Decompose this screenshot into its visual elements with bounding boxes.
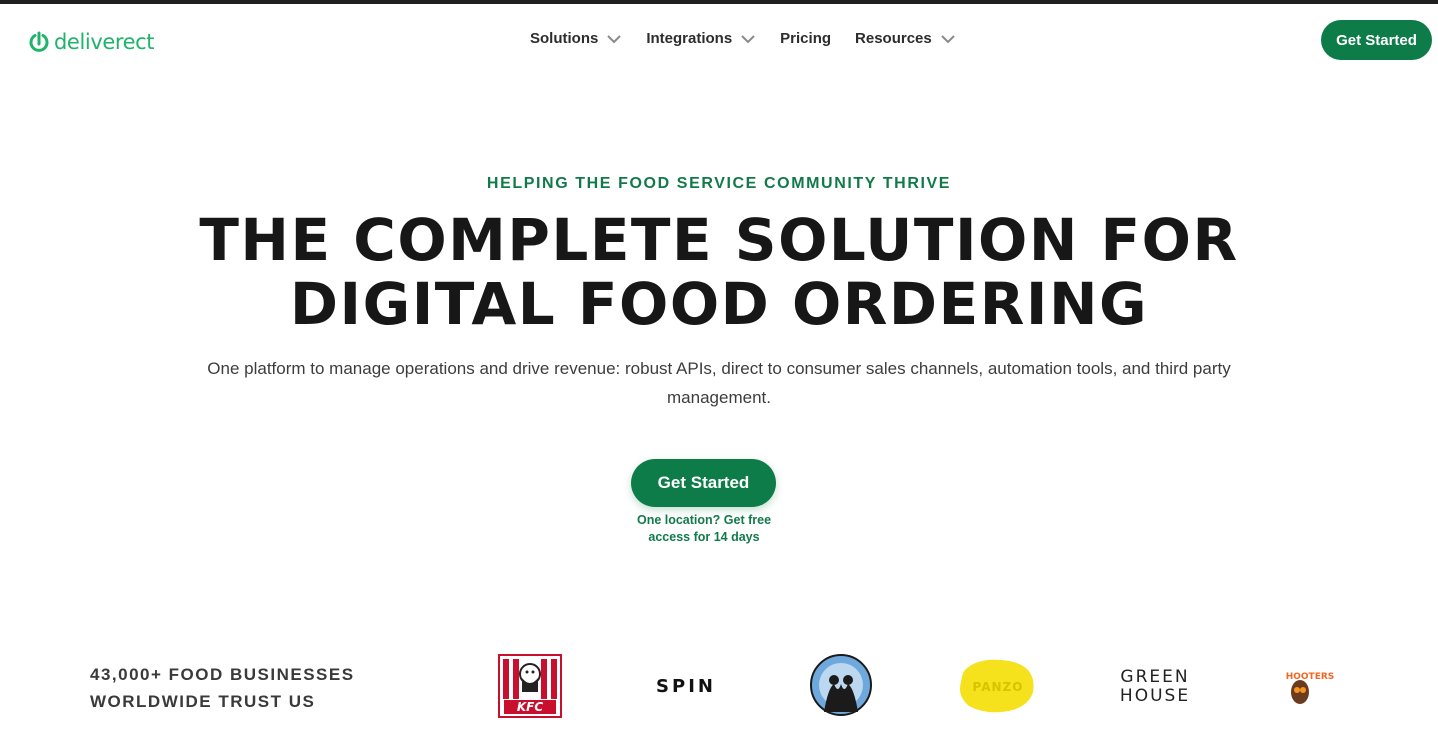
header-get-started-button[interactable]: Get Started [1321, 20, 1432, 60]
panzo-logo-graphic: PANZO [960, 659, 1034, 713]
hero-eyebrow: HELPING THE FOOD SERVICE COMMUNITY THRIV… [486, 175, 952, 192]
hero-headline: THE COMPLETE SOLUTION FOR DIGITAL FOOD O… [0, 208, 1438, 336]
hero-get-started-button[interactable]: Get Started [631, 459, 776, 507]
hero-headline-line2: DIGITAL FOOD ORDERING [289, 270, 1149, 338]
trust-heading-line1: 43,000+ FOOD BUSINESSES [90, 665, 355, 684]
nav-pricing-label: Pricing [780, 30, 832, 47]
kfc-logo-text: KFC [517, 700, 543, 714]
round-badge-graphic [810, 654, 872, 716]
panzo-logo: PANZO [957, 656, 1037, 716]
hooters-logo-text: HOOTERS [1286, 672, 1335, 682]
trust-heading-line2: WORLDWIDE TRUST US [90, 692, 316, 711]
nav-solutions[interactable]: Solutions [530, 30, 622, 47]
hero-headline-line1: THE COMPLETE SOLUTION FOR [199, 206, 1239, 274]
site-header: deliverect Solutions Integrations Pricin… [0, 4, 1438, 76]
free-trial-note-line1: One location? Get free [636, 513, 772, 527]
greenhouse-logo-line1: GREEN [1120, 667, 1190, 687]
main-nav: Solutions Integrations Pricing Resources [530, 30, 980, 47]
trust-heading: 43,000+ FOOD BUSINESSES WORLDWIDE TRUST … [90, 661, 355, 715]
chevron-down-icon [941, 34, 955, 43]
round-badge-logo [810, 654, 872, 716]
chevron-down-icon [741, 34, 755, 43]
greenhouse-logo-line2: HOUSE [1119, 686, 1191, 706]
chevron-down-icon [607, 34, 622, 43]
spin-logo: SPIN [656, 675, 716, 697]
kfc-logo-graphic: KFC [498, 654, 562, 718]
panzo-logo-text: PANZO [973, 680, 1024, 694]
hooters-logo: HOOTERS [1282, 666, 1336, 706]
nav-resources-label: Resources [855, 30, 932, 47]
hero-subtitle: One platform to manage operations and dr… [207, 359, 1231, 407]
kfc-logo: KFC [498, 654, 562, 718]
greenhouse-logo: GREEN HOUSE [1114, 666, 1196, 708]
nav-integrations[interactable]: Integrations [646, 30, 756, 47]
hooters-logo-graphic: HOOTERS [1286, 672, 1335, 704]
logo-wordmark: deliverect [54, 30, 155, 54]
deliverect-logo[interactable]: deliverect [28, 30, 155, 54]
nav-pricing[interactable]: Pricing [780, 30, 831, 47]
deliverect-power-icon [29, 31, 49, 52]
nav-resources[interactable]: Resources [855, 30, 956, 47]
free-trial-note: One location? Get free access for 14 day… [604, 512, 804, 546]
nav-integrations-label: Integrations [646, 30, 733, 47]
free-trial-note-line2: access for 14 days [648, 530, 760, 544]
nav-solutions-label: Solutions [530, 30, 599, 47]
